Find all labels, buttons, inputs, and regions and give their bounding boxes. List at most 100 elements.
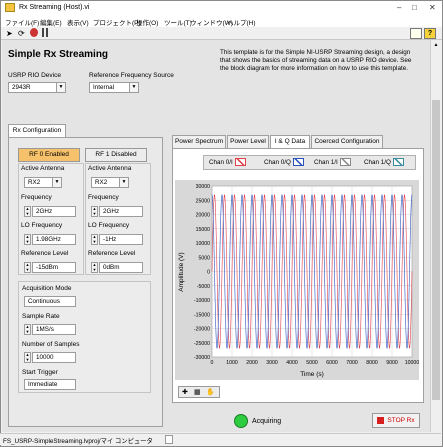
x-tick-label: 4000 [286,360,298,366]
menu-tools[interactable]: ツール(T) [164,17,192,27]
close-icon[interactable]: ✕ [429,3,436,12]
rf1-antenna-select[interactable]: RX2 ▼ [91,177,129,188]
rf0-lo-stepper[interactable]: ▲ ▼ [24,234,31,245]
rf0-antenna-value: RX2 [28,179,41,186]
ref-source-select[interactable]: Internal ▼ [89,82,139,93]
menu-view[interactable]: 表示(V) [67,17,89,27]
x-tick-label: 10000 [405,360,419,366]
y-tick-label: 30000 [196,184,211,190]
y-tick-label: 10000 [196,241,211,247]
ref-source-label: Reference Frequency Source [89,72,174,79]
rf1-lo-field[interactable]: -1Hz [99,234,143,245]
run-arrow-icon[interactable]: ➤ [6,29,13,38]
scroll-thumb[interactable] [432,100,440,400]
y-axis-label: Amplitude (V) [178,252,185,291]
device-select[interactable]: 2943R ▼ [8,82,66,93]
scroll-left-icon[interactable] [165,435,173,444]
x-tick-label: 9000 [386,360,398,366]
y-tick-label: 25000 [196,198,211,204]
vertical-scrollbar[interactable]: ▲ [430,40,441,432]
legend-chan0-q[interactable]: Chan 0/Q [264,157,304,168]
rf1-enable-button[interactable]: RF 1 Disabled [85,148,147,162]
menu-file[interactable]: ファイル(F) [5,17,39,27]
acq-mode-select[interactable]: Continuous [24,296,76,307]
tab-power-level[interactable]: Power Level [227,135,269,148]
run-continuously-icon[interactable]: ⟳ [18,29,25,38]
start-trigger-select[interactable]: Immediate [24,379,76,390]
rf0-ref-field[interactable]: -15dBm [32,262,76,273]
menu-bar: ファイル(F) 編集(E) 表示(V) プロジェクト(P) 操作(O) ツール(… [1,15,442,27]
sample-rate-stepper[interactable]: ▲ ▼ [24,324,31,335]
page-title: Simple Rx Streaming [8,49,109,60]
num-samples-field[interactable]: 10000 [32,352,76,363]
rf1-ref-field[interactable]: 0dBm [99,262,143,273]
x-tick-label: 1000 [226,360,238,366]
y-tick-label: 15000 [196,227,211,233]
sample-rate-field[interactable]: 1MS/s [32,324,76,335]
vi-icon [5,3,15,12]
legend-swatch [292,158,304,167]
minimize-icon[interactable]: – [397,3,401,12]
rf0-lo-label: LO Frequency [21,222,63,229]
rf1-frequency-stepper[interactable]: ▲ ▼ [91,206,98,217]
y-tick-label: 5000 [198,255,210,261]
x-axis-label: Time (s) [300,371,324,378]
tab-coerced-configuration[interactable]: Coerced Configuration [311,135,383,148]
pause-icon[interactable] [42,28,48,37]
chevron-down-icon[interactable]: ▼ [119,178,128,187]
rf1-antenna-label: Active Antenna [88,165,132,172]
zoom-icon[interactable]: ▦ [194,388,201,396]
maximize-icon[interactable]: □ [412,3,417,12]
rf1-ref-stepper[interactable]: ▲ ▼ [91,262,98,273]
tab-iq-data[interactable]: I & Q Data [270,135,310,148]
crosshair-icon[interactable]: ✚ [182,388,188,396]
legend-label: Chan 1/I [314,159,338,166]
legend-swatch [234,158,246,167]
rf0-frequency-stepper[interactable]: ▲ ▼ [24,206,31,217]
connector-pane-icon [410,28,422,39]
rf0-lo-field[interactable]: 1.98GHz [32,234,76,245]
chevron-down-icon[interactable]: ▼ [129,83,138,92]
help-icon[interactable]: ? [424,28,436,39]
rf1-lo-stepper[interactable]: ▲ ▼ [91,234,98,245]
title-bar: Rx Streaming (Host).vi – □ ✕ [1,1,442,15]
legend-label: Chan 0/Q [264,159,291,166]
menu-project[interactable]: プロジェクト(P) [93,17,141,27]
rf1-frequency-field[interactable]: 2GHz [99,206,143,217]
abort-icon[interactable] [30,28,38,37]
ref-source-value: Internal [93,84,115,91]
num-samples-label: Number of Samples [22,341,80,348]
acquiring-led [234,414,248,428]
rf0-ref-stepper[interactable]: ▲ ▼ [24,262,31,273]
rf1-antenna-value: RX2 [95,179,108,186]
menu-help[interactable]: ヘルプ(H) [227,17,256,27]
legend-chan1-i[interactable]: Chan 1/I [314,157,351,168]
menu-edit[interactable]: 編集(E) [40,17,62,27]
num-samples-stepper[interactable]: ▲ ▼ [24,352,31,363]
chevron-down-icon[interactable]: ▼ [56,83,65,92]
x-tick-label: 8000 [366,360,378,366]
y-tick-label: 20000 [196,213,211,219]
rf1-ref-label: Reference Level [88,250,136,257]
y-tick-label: -20000 [194,327,210,333]
x-tick-label: 5000 [306,360,318,366]
legend-swatch [339,158,351,167]
rf0-frequency-field[interactable]: 2GHz [32,206,76,217]
rf0-antenna-select[interactable]: RX2 ▼ [24,177,62,188]
pan-hand-icon[interactable]: ✋ [206,388,215,396]
menu-operate[interactable]: 操作(O) [136,17,158,27]
rf0-antenna-label: Active Antenna [21,165,65,172]
y-tick-label: -25000 [194,341,210,347]
graph-palette[interactable]: ✚ ▦ ✋ [178,386,220,398]
sample-rate-label: Sample Rate [22,313,60,320]
chevron-down-icon[interactable]: ▼ [52,178,61,187]
legend-label: Chan 0/I [209,159,233,166]
legend-chan1-q[interactable]: Chan 1/Q [364,157,404,168]
scroll-up-icon[interactable]: ▲ [432,42,440,50]
stop-icon [377,417,384,424]
stop-rx-button[interactable]: STOP Rx [372,413,420,428]
tab-rx-configuration[interactable]: Rx Configuration [8,124,66,137]
tab-power-spectrum[interactable]: Power Spectrum [172,135,226,148]
legend-chan0-i[interactable]: Chan 0/I [209,157,246,168]
rf0-enable-button[interactable]: RF 0 Enabled [18,148,80,162]
